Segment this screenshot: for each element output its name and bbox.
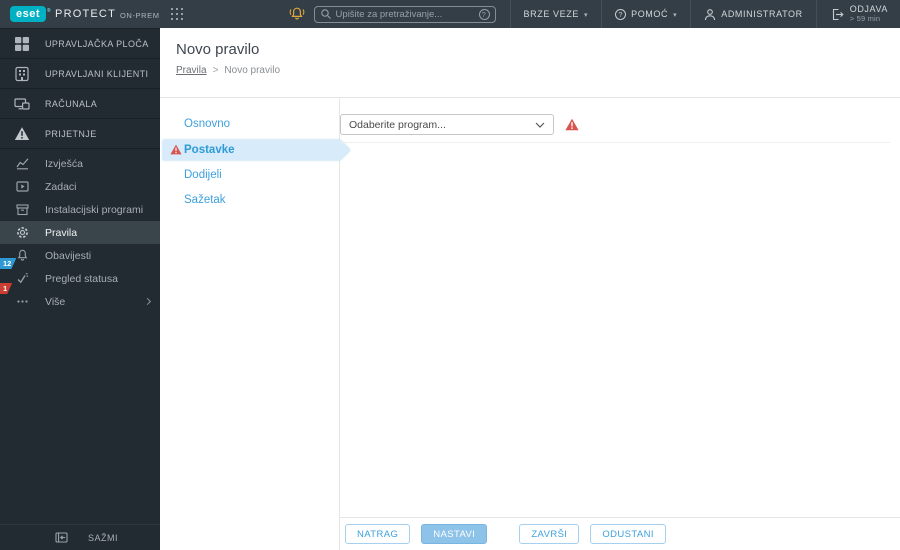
cancel-button[interactable]: ODUSTANI (590, 524, 666, 544)
wizard-steps: Osnovno Postavke Dodijeli Sažetak (160, 98, 340, 550)
main-content: Novo pravilo Pravila > Novo pravilo Osno… (160, 28, 900, 550)
threats-icon (14, 126, 30, 141)
sidebar-item-label: Izvješća (45, 157, 83, 170)
sidebar-item-label: UPRAVLJAČKA PLOČA (45, 38, 149, 49)
sidebar-item-managed-clients[interactable]: UPRAVLJANI KLIJENTI (0, 59, 160, 89)
eset-logo[interactable]: eset ® (10, 6, 51, 22)
sidebar-item-tasks[interactable]: Zadaci (0, 175, 160, 198)
logout-button[interactable]: ODJAVA > 59 min (815, 0, 900, 28)
select-warning-icon (565, 118, 579, 131)
sidebar: UPRAVLJAČKA PLOČA UPRAVLJANI KLIJENTI RA… (0, 28, 160, 550)
quick-links-label: BRZE VEZE (523, 9, 579, 19)
finish-button[interactable]: ZAVRŠI (519, 524, 580, 544)
sidebar-item-threats[interactable]: PRIJETNJE (0, 119, 160, 149)
computers-icon (14, 96, 30, 112)
logout-label: ODJAVA (849, 4, 888, 14)
sidebar-item-label: RAČUNALA (45, 98, 98, 109)
help-menu[interactable]: ? POMOĆ ▾ (601, 0, 690, 28)
sidebar-item-label: Zadaci (45, 180, 77, 193)
sidebar-item-label: Pravila (45, 226, 78, 239)
more-icon (16, 295, 29, 308)
reports-icon (16, 157, 29, 170)
user-label: ADMINISTRATOR (721, 9, 803, 19)
breadcrumb-link-pravila[interactable]: Pravila (176, 65, 207, 76)
sidebar-item-notifications[interactable]: Obavijesti (0, 244, 160, 267)
logout-icon (830, 7, 845, 22)
program-select-value: Odaberite program... (349, 118, 446, 131)
chevron-right-icon (143, 297, 152, 306)
sidebar-item-status-overview[interactable]: Pregled statusa (0, 267, 160, 290)
top-bar: eset ® PROTECT ON-PREM Upišite za pretra… (0, 0, 900, 28)
breadcrumb-separator: > (212, 65, 219, 76)
back-button[interactable]: NATRAG (345, 524, 411, 544)
wizard-step-osnovno[interactable]: Osnovno (160, 112, 339, 137)
app-grid-icon[interactable] (170, 7, 184, 21)
chevron-down-icon: ▾ (673, 11, 678, 19)
chevron-down-icon (535, 122, 545, 128)
global-search: ? (313, 5, 496, 23)
sidebar-item-label: Instalacijski programi (45, 203, 144, 216)
warning-icon (170, 144, 182, 155)
page-title: Novo pravilo (176, 41, 260, 58)
alert-bell-icon[interactable] (288, 6, 306, 22)
program-select[interactable]: Odaberite program... (340, 114, 554, 135)
dashboard-icon (14, 36, 30, 52)
help-label: POMOĆ (631, 9, 669, 19)
wizard-pane: Odaberite program... NATRAG NASTAVI ZAVR… (340, 98, 900, 550)
user-menu[interactable]: ADMINISTRATOR (690, 0, 815, 28)
sidebar-item-label: Pregled statusa (45, 272, 118, 285)
form-divider (340, 142, 890, 143)
sidebar-item-installers[interactable]: Instalacijski programi (0, 198, 160, 221)
sidebar-item-label: PRIJETNJE (45, 128, 97, 139)
sidebar-item-label: Više (45, 295, 66, 308)
quick-links-menu[interactable]: BRZE VEZE ▾ (509, 0, 602, 28)
search-help-icon[interactable]: ? (478, 8, 490, 20)
eset-logo-text: eset (16, 8, 41, 20)
wizard-step-sazetak[interactable]: Sažetak (160, 188, 339, 213)
user-icon (704, 8, 716, 21)
sidebar-item-label: Obavijesti (45, 249, 92, 262)
clients-icon (14, 66, 30, 82)
tasks-icon (16, 180, 29, 193)
notifications-icon (16, 249, 29, 262)
sidebar-item-label: UPRAVLJANI KLIJENTI (45, 68, 149, 79)
breadcrumb-current: Novo pravilo (224, 65, 281, 76)
breadcrumb: Pravila > Novo pravilo (176, 65, 884, 76)
status-icon (16, 272, 29, 285)
session-timeout: > 59 min (849, 14, 881, 23)
collapse-icon (55, 531, 68, 544)
search-input[interactable] (335, 8, 479, 20)
sidebar-collapse-button[interactable]: SAŽMI (0, 524, 160, 550)
wizard-step-postavke[interactable]: Postavke (163, 140, 350, 160)
registered-mark: ® (46, 8, 52, 14)
collapse-label: SAŽMI (88, 532, 119, 543)
product-name: PROTECT (55, 8, 116, 20)
chevron-down-icon: ▾ (583, 11, 589, 19)
sidebar-item-reports[interactable]: Izvješća (0, 152, 160, 175)
sidebar-item-policies[interactable]: Pravila (0, 221, 160, 244)
installers-icon (16, 203, 29, 216)
search-icon (320, 8, 332, 20)
wizard-footer: NATRAG NASTAVI ZAVRŠI ODUSTANI (340, 517, 900, 550)
continue-button[interactable]: NASTAVI (421, 524, 488, 544)
policy-wizard: Osnovno Postavke Dodijeli Sažetak Odaber… (160, 97, 900, 550)
product-edition: ON-PREM (120, 10, 160, 20)
policies-icon (16, 226, 29, 239)
help-icon: ? (615, 8, 627, 20)
sidebar-item-dashboard[interactable]: UPRAVLJAČKA PLOČA (0, 29, 160, 59)
sidebar-item-more[interactable]: Više (0, 290, 160, 313)
wizard-step-dodijeli[interactable]: Dodijeli (160, 163, 339, 188)
sidebar-item-computers[interactable]: RAČUNALA (0, 89, 160, 119)
